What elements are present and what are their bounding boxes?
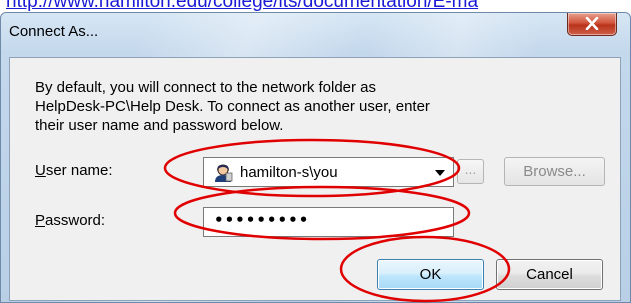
user-name-mnemonic: U bbox=[35, 162, 46, 179]
browse-button[interactable]: Browse... bbox=[504, 157, 605, 186]
ok-button[interactable]: OK bbox=[377, 259, 484, 290]
description-line: By default, you will connect to the netw… bbox=[35, 79, 377, 96]
user-account-icon bbox=[215, 164, 233, 182]
password-input[interactable]: ••••••••• bbox=[203, 207, 454, 237]
password-mnemonic: P bbox=[35, 212, 46, 229]
user-name-label-text: ser name: bbox=[45, 162, 113, 179]
chevron-down-icon[interactable] bbox=[435, 170, 445, 176]
browser-url-strip[interactable]: http://www.hamilton.edu/college/its/docu… bbox=[0, 0, 631, 12]
password-masked-value[interactable]: ••••••••• bbox=[214, 211, 309, 229]
description-line: HelpDesk-PC\Help Desk. To connect as ano… bbox=[35, 98, 430, 115]
description-text: By default, you will connect to the netw… bbox=[35, 78, 505, 135]
dialog-title: Connect As... bbox=[9, 23, 99, 40]
close-button[interactable] bbox=[567, 13, 617, 36]
user-name-value[interactable]: hamilton-s\you bbox=[240, 164, 338, 181]
connect-as-dialog: Connect As... By default, you will conne… bbox=[0, 12, 631, 303]
ellipsis-button[interactable]: ... bbox=[457, 159, 484, 184]
description-line: their user name and password below. bbox=[35, 117, 284, 134]
url-link[interactable]: http://www.hamilton.edu/college/its/docu… bbox=[6, 0, 478, 12]
close-x-icon bbox=[585, 17, 599, 30]
dialog-content: By default, you will connect to the netw… bbox=[9, 57, 621, 301]
password-label-text: assword: bbox=[45, 212, 106, 229]
password-label: Password: bbox=[35, 212, 105, 229]
user-name-combobox[interactable]: hamilton-s\you bbox=[203, 157, 454, 187]
user-name-label: User name: bbox=[35, 162, 113, 179]
cancel-button[interactable]: Cancel bbox=[496, 259, 603, 290]
